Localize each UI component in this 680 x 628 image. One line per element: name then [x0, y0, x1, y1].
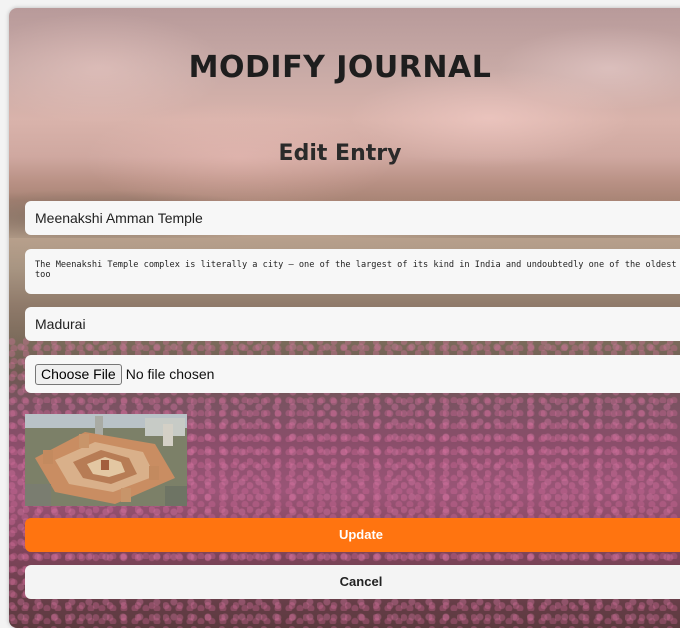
entry-location-input[interactable]: Madurai: [25, 307, 680, 341]
file-input[interactable]: Choose File No file chosen: [25, 355, 680, 393]
entry-image-preview: [25, 414, 187, 506]
page-title: MODIFY JOURNAL: [188, 50, 492, 85]
entry-name-input[interactable]: Meenakshi Amman Temple: [25, 201, 680, 235]
entry-description-textarea[interactable]: The Meenakshi Temple complex is literall…: [25, 249, 680, 294]
update-button[interactable]: Update: [25, 518, 680, 552]
file-status-text: No file chosen: [125, 366, 215, 382]
form-subtitle: Edit Entry: [278, 141, 402, 166]
choose-file-button[interactable]: Choose File: [35, 363, 122, 385]
cancel-button[interactable]: Cancel: [25, 565, 680, 599]
